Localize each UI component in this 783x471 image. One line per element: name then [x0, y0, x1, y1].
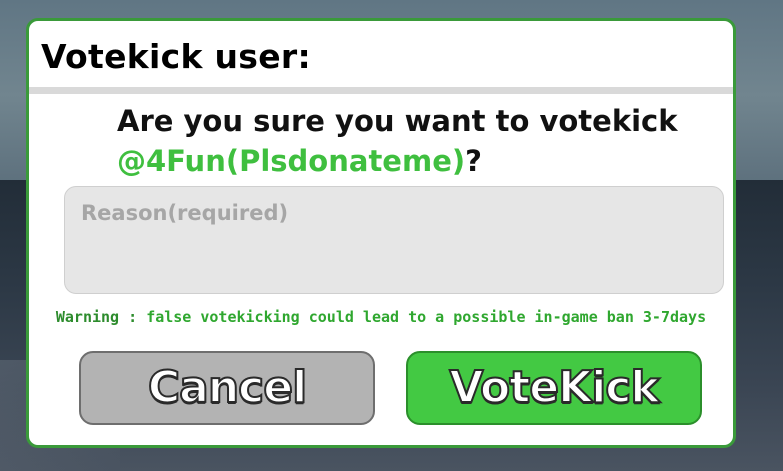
warning-text: false votekicking could lead to a possib… [146, 308, 707, 326]
reason-field-container [64, 186, 724, 294]
question-text: Are you sure you want to votekick [117, 104, 678, 138]
question-mark: ? [465, 144, 482, 178]
target-username: @4Fun(Plsdonateme) [117, 144, 466, 178]
header-divider [29, 87, 733, 94]
dialog-header: Votekick user: [29, 21, 733, 87]
confirmation-question: Are you sure you want to votekick @4Fun(… [117, 101, 717, 181]
votekick-dialog: Votekick user: Are you sure you want to … [26, 18, 736, 448]
warning-label: Warning : [55, 308, 138, 326]
dialog-title: Votekick user: [41, 37, 312, 76]
votekick-button[interactable]: VoteKick [406, 351, 702, 425]
reason-input[interactable] [65, 187, 723, 293]
warning-message: Warning : false votekicking could lead t… [29, 308, 733, 326]
cancel-button[interactable]: Cancel [79, 351, 375, 425]
